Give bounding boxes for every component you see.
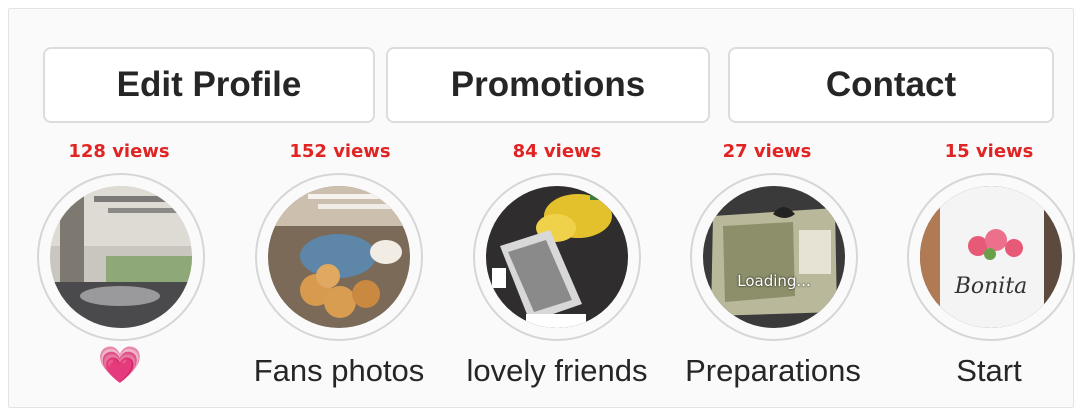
profile-actions-panel: Edit Profile Promotions Contact 128 view… <box>8 8 1075 408</box>
highlight-cover-image <box>268 186 410 328</box>
highlight-views-count: 27 views <box>722 141 812 162</box>
highlight-views-count: 128 views <box>68 141 170 162</box>
contact-button[interactable]: Contact <box>728 47 1054 123</box>
story-highlight-2[interactable] <box>255 173 423 341</box>
highlight-views-count: 15 views <box>944 141 1034 162</box>
story-highlight-5[interactable]: Bonita <box>907 173 1075 341</box>
highlight-title: Start <box>956 353 1022 388</box>
promotions-button[interactable]: Promotions <box>386 47 710 123</box>
loading-overlay: Loading... <box>737 272 811 290</box>
highlight-title: lovely friends <box>466 353 648 388</box>
highlight-cover-image: Loading... <box>703 186 845 328</box>
highlight-title: Preparations <box>685 353 861 388</box>
highlight-title: 💗 <box>97 344 143 385</box>
edit-profile-button[interactable]: Edit Profile <box>43 47 375 123</box>
highlight-views-count: 152 views <box>289 141 391 162</box>
highlight-title: Fans photos <box>253 353 425 388</box>
mug-text: Bonita <box>954 274 1028 299</box>
highlight-cover-image <box>50 186 192 328</box>
story-highlight-3[interactable] <box>473 173 641 341</box>
highlight-views-count: 84 views <box>512 141 602 162</box>
highlight-cover-image: Bonita <box>920 186 1062 328</box>
highlight-cover-image <box>486 186 628 328</box>
story-highlight-1[interactable] <box>37 173 205 341</box>
story-highlight-4[interactable]: Loading... <box>690 173 858 341</box>
